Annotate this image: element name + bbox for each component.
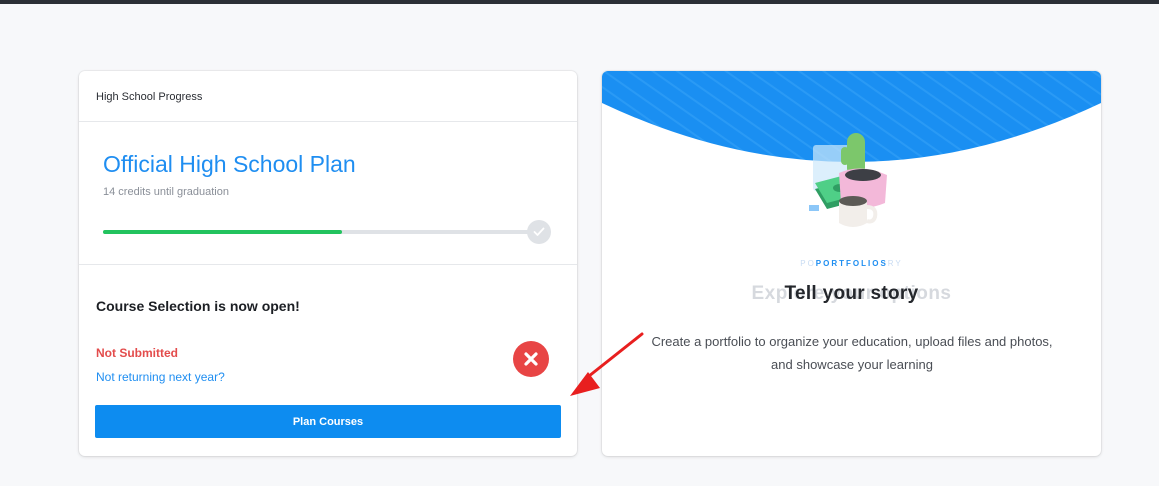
plan-section: Official High School Plan 14 credits unt… bbox=[79, 122, 577, 265]
portfolios-kicker: POPORTFOLIOSRY bbox=[602, 259, 1101, 268]
kicker-text: PORTFOLIOS bbox=[815, 259, 888, 268]
progress-bar-fill bbox=[103, 230, 343, 234]
not-submitted-x-icon bbox=[513, 341, 549, 377]
portfolio-card: POPORTFOLIOSRY Explore your options Tell… bbox=[602, 71, 1101, 456]
kicker-ghost-left: PO bbox=[800, 259, 816, 268]
course-selection-title: Course Selection is now open! bbox=[96, 298, 300, 314]
plan-title[interactable]: Official High School Plan bbox=[103, 151, 356, 178]
course-selection-section: Course Selection is now open! Not Submit… bbox=[79, 265, 577, 455]
top-nav-bar bbox=[0, 0, 1159, 4]
portfolio-illustration bbox=[809, 133, 887, 227]
portfolio-description: Create a portfolio to organize your educ… bbox=[651, 334, 1053, 372]
story-title: Tell your story bbox=[784, 283, 919, 304]
credits-remaining: 14 credits until graduation bbox=[103, 186, 229, 198]
kicker-ghost-right: RY bbox=[887, 259, 903, 268]
card-header: High School Progress bbox=[79, 71, 577, 122]
annotation-arrow-icon bbox=[570, 332, 644, 396]
checkmark-icon bbox=[527, 220, 551, 244]
progress-bar bbox=[103, 230, 530, 234]
plan-courses-button[interactable]: Plan Courses bbox=[95, 405, 561, 438]
high-school-progress-card: High School Progress Official High Schoo… bbox=[79, 71, 577, 456]
not-returning-link[interactable]: Not returning next year? bbox=[96, 370, 225, 384]
story-heading: Explore your options Tell your story bbox=[602, 283, 1101, 305]
status-badge: Not Submitted bbox=[96, 346, 178, 360]
